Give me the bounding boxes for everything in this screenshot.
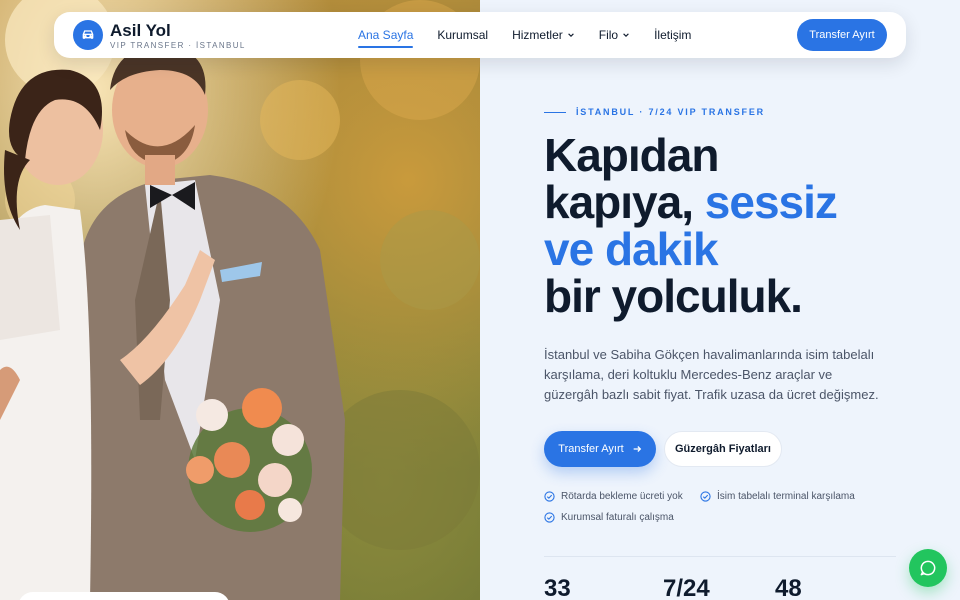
nav-label: İletişim bbox=[654, 28, 692, 42]
nav-book-transfer-button[interactable]: Transfer Ayırt bbox=[797, 19, 887, 51]
nav-item-kurumsal[interactable]: Kurumsal bbox=[437, 28, 488, 42]
check-circle-icon bbox=[544, 491, 555, 502]
nav-label: Ana Sayfa bbox=[358, 28, 414, 42]
stat-value: 7/24 bbox=[663, 575, 710, 600]
hero-book-transfer-button[interactable]: Transfer Ayırt bbox=[544, 431, 656, 467]
nav-item-iletisim[interactable]: İletişim bbox=[654, 28, 691, 42]
arrow-right-icon bbox=[633, 446, 641, 452]
check-circle-icon bbox=[544, 512, 555, 523]
headline-line-2a: kapıya, bbox=[544, 176, 705, 228]
feature-item: Kurumsal faturalı çalışma bbox=[544, 512, 674, 523]
nav-menu: Ana Sayfa Kurumsal Hizmetler Filo İletiş… bbox=[358, 12, 691, 58]
nav-item-hizmetler[interactable]: Hizmetler bbox=[512, 28, 575, 42]
brand-tagline: VIP TRANSFER · İSTANBUL bbox=[110, 41, 246, 50]
feature-item: Rötarda bekleme ücreti yok bbox=[544, 491, 683, 502]
feature-item: İsim tabelalı terminal karşılama bbox=[700, 491, 855, 502]
kicker-text: İSTANBUL · 7/24 VIP TRANSFER bbox=[576, 107, 765, 117]
chevron-down-icon bbox=[567, 33, 574, 37]
nav-item-filo[interactable]: Filo bbox=[599, 28, 630, 42]
brand-name[interactable]: Asil Yol bbox=[110, 21, 171, 41]
headline-line-3: ve dakik bbox=[544, 223, 719, 275]
hero-headline: Kapıdan kapıya, sessiz ve dakik bir yolc… bbox=[544, 129, 838, 322]
feature-label: Kurumsal faturalı çalışma bbox=[561, 512, 674, 523]
stat-value: 48 bbox=[775, 575, 802, 600]
whatsapp-chat-button[interactable] bbox=[909, 549, 947, 587]
kicker-line bbox=[544, 111, 566, 113]
navbar: Asil Yol VIP TRANSFER · İSTANBUL Ana Say… bbox=[54, 12, 906, 58]
headline-line-1: Kapıdan bbox=[544, 129, 719, 181]
hero-kicker: İSTANBUL · 7/24 VIP TRANSFER bbox=[544, 107, 765, 117]
nav-label: Kurumsal bbox=[437, 28, 489, 42]
nav-item-ana-sayfa[interactable]: Ana Sayfa bbox=[358, 28, 414, 48]
headline-line-2b: sessiz bbox=[704, 176, 838, 228]
hero-photo bbox=[0, 0, 480, 600]
headline-line-4: bir yolculuk. bbox=[544, 270, 803, 322]
route-prices-button[interactable]: Güzergâh Fiyatları bbox=[664, 431, 782, 467]
chat-icon bbox=[920, 560, 936, 576]
car-icon[interactable] bbox=[73, 20, 103, 50]
hero-book-label: Transfer Ayırt bbox=[558, 443, 624, 455]
check-circle-icon bbox=[700, 491, 711, 502]
hero-description: İstanbul ve Sabiha Gökçen havalimanların… bbox=[544, 347, 879, 402]
nav-label: Hizmetler bbox=[512, 28, 563, 42]
stat-value: 33 bbox=[544, 575, 571, 600]
feature-label: İsim tabelalı terminal karşılama bbox=[717, 491, 855, 502]
couple-illustration bbox=[0, 0, 480, 600]
feature-label: Rötarda bekleme ücreti yok bbox=[561, 491, 683, 502]
photo-caption-card bbox=[18, 592, 230, 600]
chevron-down-icon bbox=[623, 33, 629, 37]
stats-divider bbox=[544, 556, 896, 557]
nav-label: Filo bbox=[598, 28, 619, 42]
